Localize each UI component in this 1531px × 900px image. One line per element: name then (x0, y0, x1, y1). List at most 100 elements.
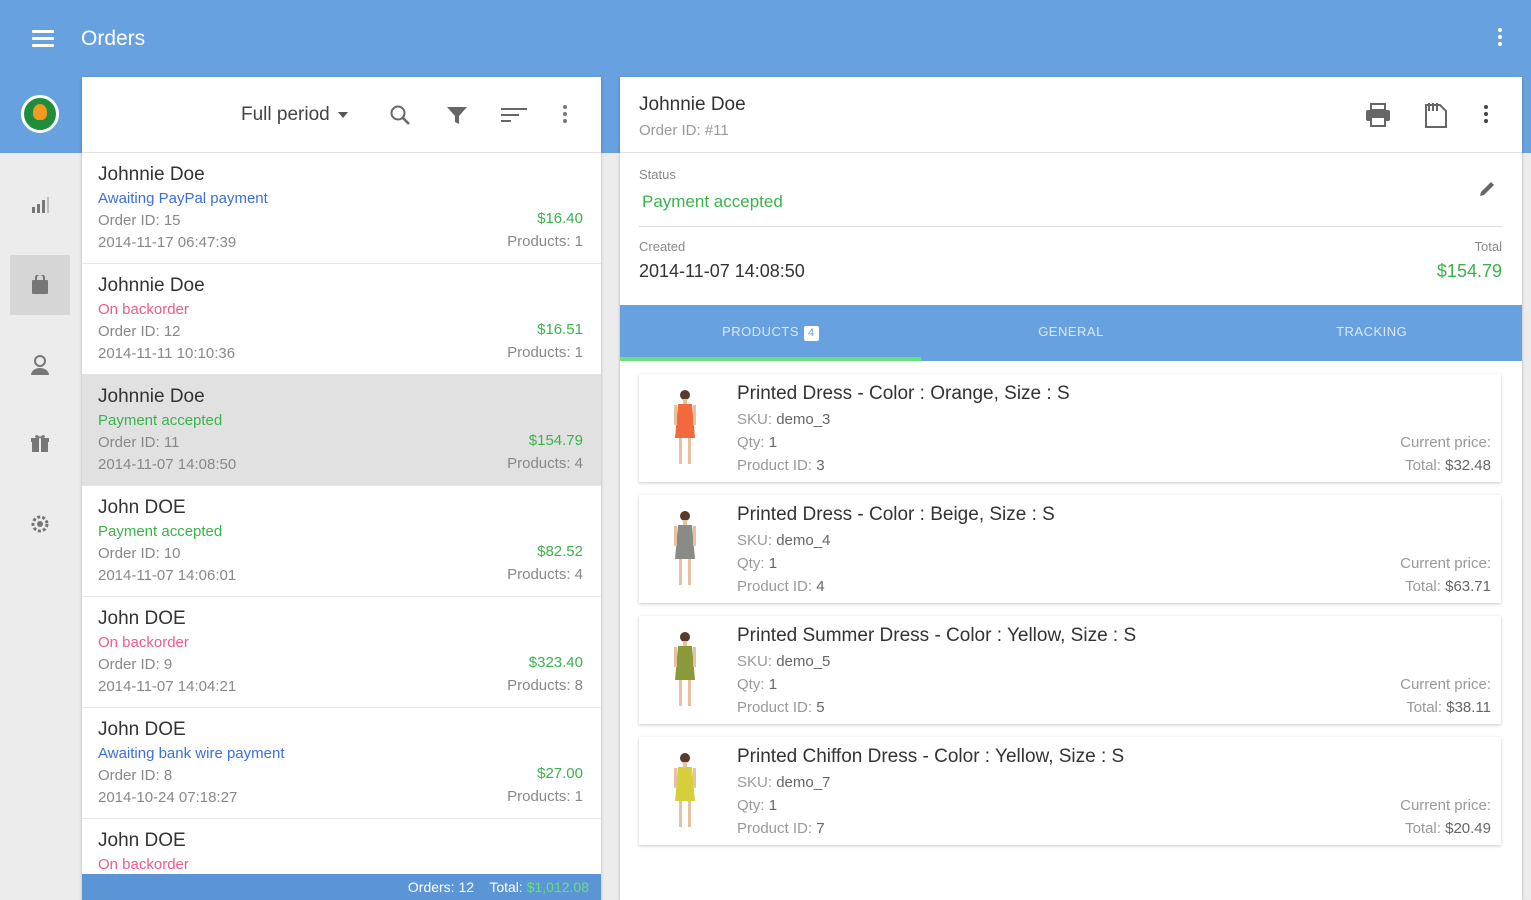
product-card[interactable]: Printed Dress - Color : Orange, Size : S… (639, 374, 1501, 482)
order-row[interactable]: Johnnie Doe Payment accepted Order ID: 11 2… (82, 375, 601, 486)
order-row[interactable]: John DOE Awaiting bank wire payment Order … (82, 708, 601, 819)
search-icon[interactable] (388, 103, 412, 127)
order-products-count: Products: 1 (507, 233, 583, 250)
edit-status-icon[interactable] (1478, 180, 1496, 198)
order-price: $16.51 (537, 321, 583, 338)
order-id: Order ID: 12 (98, 323, 181, 340)
overflow-menu-icon[interactable] (1497, 28, 1503, 50)
period-dropdown[interactable]: Full period (241, 104, 348, 126)
customers-icon[interactable] (10, 335, 70, 395)
product-qty-label: Qty: (737, 797, 765, 814)
product-sku-value: demo_5 (776, 653, 831, 670)
status-value: Payment accepted (642, 192, 783, 211)
tab-products[interactable]: PRODUCTS 4 (620, 305, 921, 361)
filter-icon[interactable] (445, 103, 469, 127)
customer-name: Johnnie Doe (639, 94, 746, 115)
product-id-label: Product ID: (737, 699, 813, 716)
product-image (674, 511, 696, 585)
order-list: Johnnie Doe Awaiting PayPal payment Order … (82, 153, 601, 900)
detail-overflow-icon[interactable] (1482, 105, 1490, 133)
order-products-count: Products: 1 (507, 344, 583, 361)
order-products-count: Products: 4 (507, 455, 583, 472)
settings-icon[interactable] (10, 494, 70, 554)
app-logo-icon[interactable] (21, 95, 59, 133)
order-customer-name: Johnnie Doe (98, 386, 205, 407)
order-price: $82.52 (537, 543, 583, 560)
product-sku-value: demo_4 (776, 532, 831, 549)
footer-total-value: $1,012.08 (526, 879, 589, 895)
product-id-value: 3 (816, 457, 825, 474)
product-qty-label: Qty: (737, 676, 765, 693)
product-total-label: Total: (1405, 820, 1441, 837)
order-id: Order ID: 9 (98, 656, 173, 673)
product-card[interactable]: Printed Chiffon Dress - Color : Yellow, … (639, 737, 1501, 845)
product-name: Printed Chiffon Dress - Color : Yellow, … (737, 746, 1125, 767)
order-id: Order ID: 8 (98, 767, 173, 784)
menu-icon[interactable] (32, 30, 54, 48)
order-row[interactable]: Johnnie Doe Awaiting PayPal payment Order … (82, 153, 601, 264)
total-label: Total (1474, 239, 1502, 254)
order-products-count: Products: 4 (507, 566, 583, 583)
order-price: $16.40 (537, 210, 583, 227)
product-id: Product ID: 5 (737, 699, 825, 716)
status-divider (639, 226, 1502, 227)
product-total-label: Total: (1405, 578, 1441, 595)
order-products-count: Products: 8 (507, 677, 583, 694)
created-label: Created (639, 239, 686, 254)
product-card[interactable]: Printed Dress - Color : Beige, Size : S S… (639, 495, 1501, 603)
product-qty-label: Qty: (737, 555, 765, 572)
product-sku-label: SKU: (737, 653, 773, 670)
product-id-value: 7 (816, 820, 825, 837)
list-overflow-icon[interactable] (561, 105, 569, 129)
order-id: Order ID: 11 (98, 434, 180, 451)
order-row[interactable]: John DOE On backorder Order ID: 9 2014-11-0… (82, 597, 601, 708)
product-sku: SKU: demo_7 (737, 774, 830, 791)
created-value: 2014-11-07 14:08:50 (639, 261, 805, 281)
product-id: Product ID: 4 (737, 578, 825, 595)
order-price: $27.00 (537, 765, 583, 782)
tab-tracking[interactable]: TRACKING (1221, 305, 1522, 361)
products-count-badge: 4 (804, 326, 819, 341)
product-sku: SKU: demo_5 (737, 653, 830, 670)
product-current-price: Current price: (1400, 555, 1491, 572)
product-total: Total: $32.48 (1405, 457, 1491, 474)
stats-icon[interactable] (10, 175, 70, 235)
order-status: Awaiting bank wire payment (98, 745, 285, 762)
order-price: $154.79 (528, 432, 583, 449)
sort-icon[interactable] (501, 103, 527, 127)
invoice-icon[interactable] (1420, 101, 1448, 129)
product-id-value: 5 (816, 699, 825, 716)
product-total: Total: $38.11 (1406, 699, 1491, 716)
tab-general[interactable]: GENERAL (921, 305, 1222, 361)
detail-tabs: PRODUCTS 4 GENERAL TRACKING (620, 305, 1522, 361)
product-sku-label: SKU: (737, 411, 773, 428)
product-current-price: Current price: (1400, 676, 1491, 693)
product-sku-value: demo_7 (776, 774, 831, 791)
order-customer-name: John DOE (98, 719, 186, 740)
order-customer-name: Johnnie Doe (98, 164, 205, 185)
product-total-value: $32.48 (1445, 457, 1491, 474)
products-icon[interactable] (10, 414, 70, 474)
product-qty: Qty: 1 (737, 434, 777, 451)
product-qty: Qty: 1 (737, 555, 777, 572)
product-image (674, 632, 696, 706)
order-row[interactable]: Johnnie Doe On backorder Order ID: 12 2014-… (82, 264, 601, 375)
orders-list-panel: Full period Johnnie Doe Awaiting PayPal p… (82, 77, 601, 900)
order-id: Order ID: 10 (98, 545, 181, 562)
product-id-label: Product ID: (737, 457, 813, 474)
product-total-label: Total: (1406, 699, 1443, 716)
total-value: $154.79 (1436, 261, 1502, 281)
orders-count: Orders: 12 (407, 879, 475, 895)
list-footer: Orders: 12 Total: $1,012.08 (82, 874, 601, 900)
product-card[interactable]: Printed Summer Dress - Color : Yellow, S… (639, 616, 1501, 724)
orders-icon[interactable] (10, 255, 70, 315)
order-row[interactable]: John DOE Payment accepted Order ID: 10 2014… (82, 486, 601, 597)
product-name: Printed Dress - Color : Orange, Size : S (737, 383, 1070, 404)
product-qty-label: Qty: (737, 434, 765, 451)
product-total-value: $63.71 (1445, 578, 1491, 595)
product-total-label: Total: (1405, 457, 1441, 474)
tab-tracking-label: TRACKING (1336, 324, 1408, 339)
product-image (674, 753, 696, 827)
tab-products-label: PRODUCTS (722, 324, 799, 339)
print-icon[interactable] (1364, 101, 1392, 129)
